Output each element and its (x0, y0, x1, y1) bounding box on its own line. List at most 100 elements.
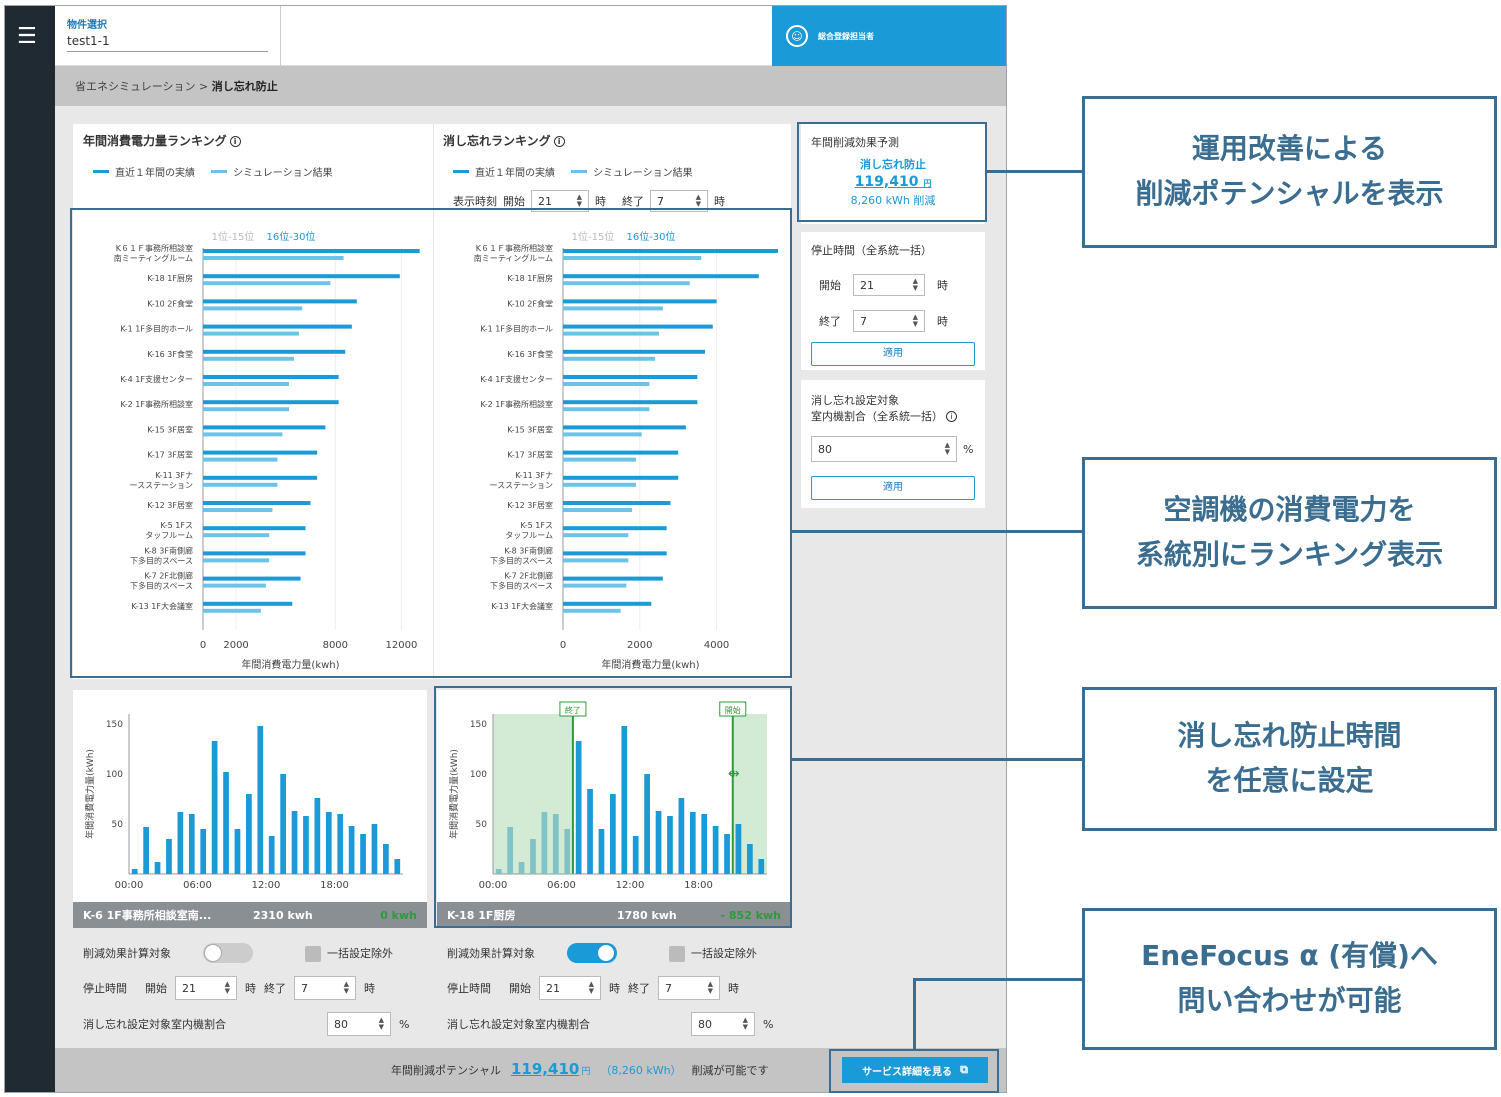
end-hour-value: 7 (657, 194, 664, 208)
spinner-arrows-icon[interactable]: ▲ ▼ (743, 1017, 748, 1031)
user-menu[interactable]: ☺ 総合登録担当者 (772, 6, 1006, 66)
card-start-value: 21 (182, 981, 196, 995)
annual-legend: 直近１年間の実績 シミュレーション結果 (93, 164, 333, 179)
card-right-controls: 削減効果計算対象 一括設定除外 停止時間 開始 21 ▲ ▼ 時 終了 7 ▲ ▼ 時 … (447, 942, 787, 1038)
connector-line (792, 530, 1083, 533)
card-ratio-spinner[interactable]: 80 ▲ ▼ (691, 1012, 755, 1036)
hour-bar (223, 772, 229, 874)
sidebar: ☰ (5, 6, 55, 1092)
card-end-spinner[interactable]: 7 ▲ ▼ (294, 976, 356, 1000)
legend-actual: 直近１年間の実績 (475, 168, 555, 179)
info-icon[interactable]: i (229, 136, 241, 147)
percent-label: % (763, 1017, 774, 1031)
legend-sim: シミュレーション結果 (593, 168, 693, 179)
hour-bar (234, 829, 241, 874)
card-ratio-spinner[interactable]: 80 ▲ ▼ (327, 1012, 391, 1036)
footer-yen[interactable]: 119,410 (511, 1060, 579, 1078)
highlight-hourly (434, 686, 792, 928)
stop-apply-button[interactable]: 適用 (811, 342, 975, 366)
annotation-service: EneFocus α (有償)へ 問い合わせが可能 (1082, 908, 1497, 1050)
calc-target-toggle[interactable] (203, 943, 253, 963)
annotation-effect: 運用改善による 削減ポテンシャルを表示 (1082, 96, 1497, 248)
toggle-knob (204, 944, 222, 962)
spinner-arrows-icon[interactable]: ▲ ▼ (945, 442, 950, 456)
annotation-ranking: 空調機の消費電力を 系統別にランキング表示 (1082, 457, 1497, 609)
top-bar: 物件選択 test1-1 ☺ 総合登録担当者 (55, 6, 1006, 66)
info-icon[interactable]: i (946, 411, 957, 422)
start-hour-value: 21 (538, 194, 552, 208)
y-tick-label: 50 (112, 820, 124, 830)
spinner-arrows-icon[interactable]: ▲ ▼ (589, 981, 594, 995)
ratio-label: 消し忘れ設定対象室内機割合 (447, 1018, 590, 1031)
legend-actual: 直近１年間の実績 (115, 168, 195, 179)
footer-kwh: （8,260 kWh） (600, 1064, 682, 1077)
card-start-spinner[interactable]: 21 ▲ ▼ (175, 976, 237, 1000)
end-label: 終了 (819, 315, 841, 328)
x-tick-label: 12:00 (252, 880, 281, 891)
highlight-service-button (829, 1049, 999, 1093)
y-tick-label: 150 (106, 720, 123, 730)
calc-target-label: 削減効果計算対象 (83, 947, 171, 960)
menu-icon[interactable]: ☰ (17, 26, 37, 48)
annotation-line: 消し忘れ防止時間 (1177, 719, 1402, 753)
ratio-title-2: 室内機割合（全系統一括） (811, 410, 943, 423)
annotation-line: 系統別にランキング表示 (1135, 538, 1444, 571)
stop-start-spinner[interactable]: 21 ▲ ▼ (853, 274, 925, 296)
ratio-spinner[interactable]: 80 ▲ ▼ (811, 436, 957, 462)
start-label: 開始 (509, 982, 531, 995)
hour-bar (325, 812, 332, 874)
hour-bar (154, 862, 161, 874)
spinner-arrows-icon[interactable]: ▲ ▼ (696, 194, 701, 208)
hour-label: 時 (245, 982, 256, 995)
breadcrumb-parent[interactable]: 省エネシミュレーション > (75, 80, 208, 93)
annotation-line: EneFocus α (有償)へ (1141, 939, 1438, 973)
hour-bar (371, 824, 378, 874)
hour-bar (383, 844, 389, 874)
spinner-arrows-icon[interactable]: ▲ ▼ (577, 194, 582, 208)
stop-end-value: 7 (860, 314, 867, 328)
y-tick-label: 100 (106, 770, 123, 780)
card-end-value: 7 (665, 981, 672, 995)
spinner-arrows-icon[interactable]: ▲ ▼ (225, 981, 230, 995)
display-time-label: 表示時刻 (453, 195, 497, 208)
unit-status-bar: K-6 1F事務所相談室南... 2310 kwh 0 kwh (73, 902, 427, 928)
ratio-title-1: 消し忘れ設定対象 (811, 394, 899, 407)
spinner-arrows-icon[interactable]: ▲ ▼ (344, 981, 349, 995)
spinner-arrows-icon[interactable]: ▲ ▼ (913, 278, 918, 292)
hourly-chart-left: 50 100 150 00:00 06:00 12:00 18:00 年間消費電力量(kWh) (84, 714, 403, 891)
highlight-effect (797, 122, 987, 222)
ratio-apply-button[interactable]: 適用 (811, 476, 975, 500)
hour-bar (314, 798, 321, 874)
calc-target-toggle[interactable] (567, 943, 617, 963)
info-icon[interactable]: i (553, 136, 565, 147)
card-start-value: 21 (546, 981, 560, 995)
exclude-checkbox[interactable] (305, 945, 321, 962)
card-end-spinner[interactable]: 7 ▲ ▼ (658, 976, 720, 1000)
unit-diff: 0 kwh (380, 908, 417, 922)
property-value[interactable]: test1-1 (67, 34, 268, 52)
yen-unit: 円 (581, 1067, 591, 1077)
exclude-checkbox[interactable] (669, 945, 685, 962)
x-tick-label: 00:00 (115, 880, 144, 891)
property-label: 物件選択 (67, 20, 107, 31)
spinner-arrows-icon[interactable]: ▲ ▼ (913, 314, 918, 328)
connector-line (987, 170, 1083, 173)
user-icon: ☺ (786, 25, 808, 47)
property-selector[interactable]: 物件選択 test1-1 (55, 6, 281, 66)
percent-label: % (399, 1017, 410, 1031)
card-start-spinner[interactable]: 21 ▲ ▼ (539, 976, 601, 1000)
end-label: 終了 (628, 982, 650, 995)
start-label: 開始 (145, 982, 167, 995)
hour-label: 時 (714, 195, 725, 208)
spinner-arrows-icon[interactable]: ▲ ▼ (379, 1017, 384, 1031)
hour-bar (394, 859, 401, 874)
hourly-card-left: 50 100 150 00:00 06:00 12:00 18:00 年間消費電力量(kWh)… (73, 690, 427, 928)
stop-end-spinner[interactable]: 7 ▲ ▼ (853, 310, 925, 332)
highlight-ranking (70, 208, 792, 678)
hour-bar (360, 834, 366, 874)
hour-bar (257, 726, 264, 874)
stop-time-label: 停止時間 (83, 982, 127, 995)
spinner-arrows-icon[interactable]: ▲ ▼ (708, 981, 713, 995)
stop-time-label: 停止時間 (447, 982, 491, 995)
hour-bar (303, 816, 309, 874)
